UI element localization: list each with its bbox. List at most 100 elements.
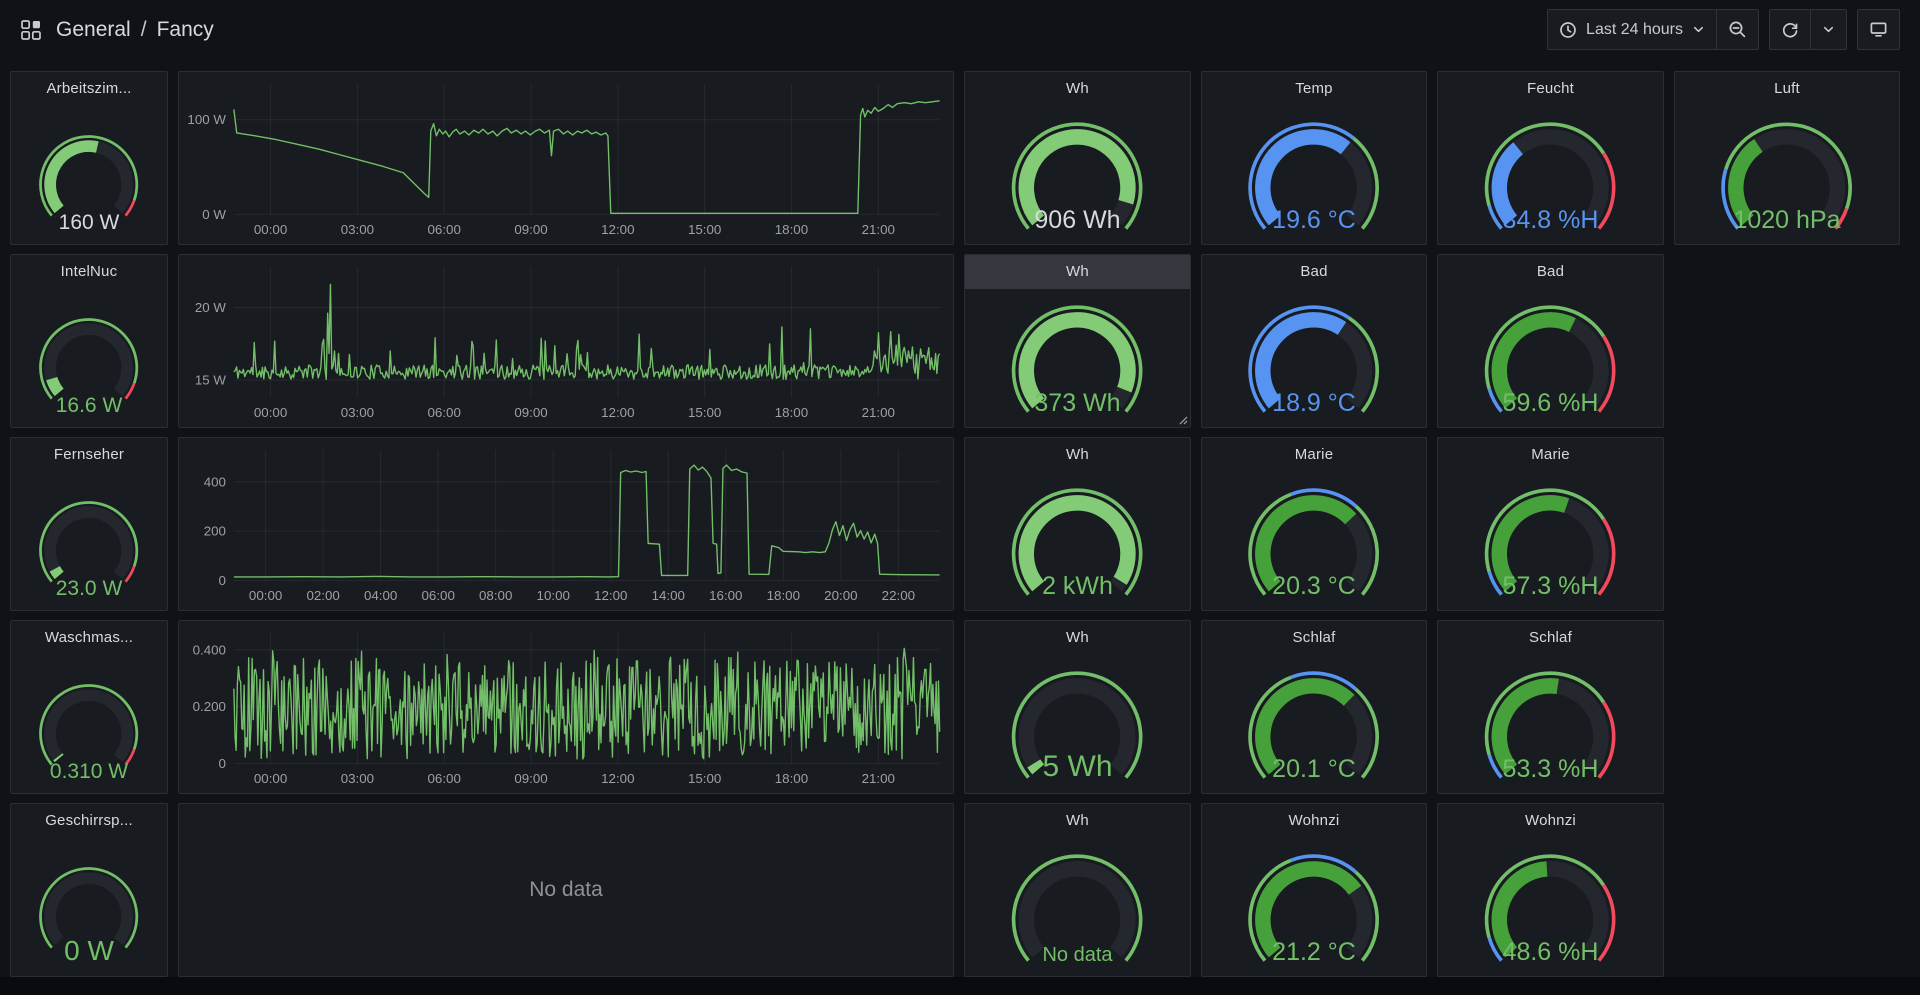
- svg-text:06:00: 06:00: [428, 222, 461, 237]
- panel-title[interactable]: Schlaf: [1438, 621, 1663, 655]
- breadcrumb-dashboard[interactable]: Fancy: [157, 18, 214, 42]
- gauge: 21.2 °C: [1202, 838, 1426, 976]
- svg-text:0: 0: [219, 573, 226, 588]
- timeseries-chart[interactable]: 00.2000.40000:0003:0006:0009:0012:0015:0…: [179, 621, 953, 793]
- time-range-label: Last 24 hours: [1586, 21, 1683, 39]
- gauge: 5 Wh: [965, 655, 1190, 793]
- panel-title[interactable]: Temp: [1202, 72, 1426, 106]
- clock-icon: [1559, 21, 1577, 39]
- panel-title[interactable]: Luft: [1675, 72, 1899, 106]
- panel-geschirrspueler: Geschirrsp...0 W: [10, 803, 168, 977]
- svg-text:18:00: 18:00: [775, 222, 808, 237]
- panel-intelnuc-graph: 15 W20 W00:0003:0006:0009:0012:0015:0018…: [178, 254, 954, 428]
- svg-text:08:00: 08:00: [479, 588, 512, 603]
- breadcrumb-separator: /: [141, 18, 147, 42]
- panel-intelnuc: IntelNuc16.6 W: [10, 254, 168, 428]
- panel-title[interactable]: Schlaf: [1202, 621, 1426, 655]
- no-data-message: No data: [179, 804, 953, 976]
- svg-text:200: 200: [204, 524, 226, 539]
- breadcrumb-folder[interactable]: General: [56, 18, 131, 42]
- gauge: 23.0 W: [11, 472, 167, 610]
- panel-temp: Temp19.6 °C: [1201, 71, 1427, 245]
- gauge-value: 18.9 °C: [1202, 389, 1426, 418]
- panel-resize-handle[interactable]: [1177, 414, 1188, 425]
- gauge: 0 W: [11, 838, 167, 976]
- svg-text:18:00: 18:00: [775, 771, 808, 786]
- svg-text:20 W: 20 W: [195, 300, 227, 315]
- svg-text:06:00: 06:00: [428, 771, 461, 786]
- svg-text:09:00: 09:00: [514, 405, 547, 420]
- panel-title[interactable]: Wh: [965, 72, 1190, 106]
- panel-title[interactable]: Marie: [1202, 438, 1426, 472]
- breadcrumb: General / Fancy: [56, 18, 214, 42]
- gauge-value: 20.1 °C: [1202, 755, 1426, 784]
- svg-text:20:00: 20:00: [824, 588, 857, 603]
- panel-title[interactable]: Wh: [965, 255, 1190, 289]
- svg-text:18:00: 18:00: [775, 405, 808, 420]
- panel-title[interactable]: Bad: [1438, 255, 1663, 289]
- panel-title[interactable]: Bad: [1202, 255, 1426, 289]
- svg-text:15:00: 15:00: [688, 222, 721, 237]
- panel-title[interactable]: IntelNuc: [11, 255, 167, 289]
- gauge: 160 W: [11, 106, 167, 244]
- panel-title[interactable]: Wh: [965, 621, 1190, 655]
- gauge: 48.6 %H: [1438, 838, 1663, 976]
- time-picker-button[interactable]: Last 24 hours: [1548, 10, 1716, 49]
- dashboard-header: General / Fancy Last 24 hours: [0, 0, 1920, 59]
- svg-text:16:00: 16:00: [709, 588, 742, 603]
- refresh-interval-dropdown[interactable]: [1810, 10, 1846, 49]
- panel-marie-hum: Marie57.3 %H: [1437, 437, 1664, 611]
- panel-fernseher: Fernseher 23.0 W: [10, 437, 168, 611]
- panel-title[interactable]: Geschirrsp...: [11, 804, 167, 838]
- panel-marie-temp: Marie 20.3 °C: [1201, 437, 1427, 611]
- panel-title[interactable]: Fernseher: [11, 438, 167, 472]
- panel-feucht: Feucht34.8 %H: [1437, 71, 1664, 245]
- gauge-value: 23.0 W: [11, 577, 167, 601]
- gauge-value: 373 Wh: [965, 389, 1190, 418]
- toolbar: Last 24 hours: [1547, 9, 1900, 50]
- kiosk-monitor-icon: [1869, 20, 1888, 39]
- dashboard-grid: Arbeitszim...160 W0 W100 W00:0003:0006:0…: [0, 59, 1920, 977]
- svg-text:00:00: 00:00: [254, 222, 287, 237]
- svg-text:00:00: 00:00: [254, 771, 287, 786]
- svg-text:0 W: 0 W: [202, 207, 226, 222]
- gauge-value: 1020 hPa: [1675, 206, 1899, 235]
- svg-text:06:00: 06:00: [428, 405, 461, 420]
- panel-wh-geschirrspueler: Wh No data: [964, 803, 1191, 977]
- panel-arbeitszimmer-graph: 0 W100 W00:0003:0006:0009:0012:0015:0018…: [178, 71, 954, 245]
- panel-geschirrspueler-graph: No data: [178, 803, 954, 977]
- dashboards-grid-icon[interactable]: [20, 19, 42, 41]
- svg-text:12:00: 12:00: [601, 771, 634, 786]
- svg-text:22:00: 22:00: [882, 588, 915, 603]
- svg-text:06:00: 06:00: [422, 588, 455, 603]
- gauge: 16.6 W: [11, 289, 167, 427]
- gauge-value: 20.3 °C: [1202, 572, 1426, 601]
- panel-title[interactable]: Marie: [1438, 438, 1663, 472]
- panel-title[interactable]: Waschmas...: [11, 621, 167, 655]
- gauge: 373 Wh: [965, 289, 1190, 427]
- timeseries-chart[interactable]: 020040000:0002:0004:0006:0008:0010:0012:…: [179, 438, 953, 610]
- timeseries-chart[interactable]: 15 W20 W00:0003:0006:0009:0012:0015:0018…: [179, 255, 953, 427]
- gauge-value: 53.3 %H: [1438, 755, 1663, 784]
- panel-luft: Luft 1020 hPa: [1674, 71, 1900, 245]
- svg-text:15:00: 15:00: [688, 771, 721, 786]
- kiosk-mode-button[interactable]: [1858, 10, 1899, 49]
- refresh-button[interactable]: [1770, 10, 1810, 49]
- gauge: 34.8 %H: [1438, 106, 1663, 244]
- panel-title[interactable]: Wh: [965, 438, 1190, 472]
- timeseries-chart[interactable]: 0 W100 W00:0003:0006:0009:0012:0015:0018…: [179, 72, 953, 244]
- panel-wh-intelnuc: Wh 373 Wh: [964, 254, 1191, 428]
- panel-fernseher-graph: 020040000:0002:0004:0006:0008:0010:0012:…: [178, 437, 954, 611]
- svg-text:15 W: 15 W: [195, 372, 227, 387]
- svg-text:03:00: 03:00: [341, 405, 374, 420]
- panel-title[interactable]: Wohnzi: [1202, 804, 1426, 838]
- panel-title[interactable]: Feucht: [1438, 72, 1663, 106]
- gauge-value: No data: [965, 944, 1190, 967]
- gauge: 20.1 °C: [1202, 655, 1426, 793]
- panel-title[interactable]: Wh: [965, 804, 1190, 838]
- zoom-out-button[interactable]: [1716, 10, 1758, 49]
- panel-title[interactable]: Wohnzi: [1438, 804, 1663, 838]
- gauge-value: 0.310 W: [11, 760, 167, 784]
- svg-text:0.400: 0.400: [193, 642, 226, 657]
- panel-title[interactable]: Arbeitszim...: [11, 72, 167, 106]
